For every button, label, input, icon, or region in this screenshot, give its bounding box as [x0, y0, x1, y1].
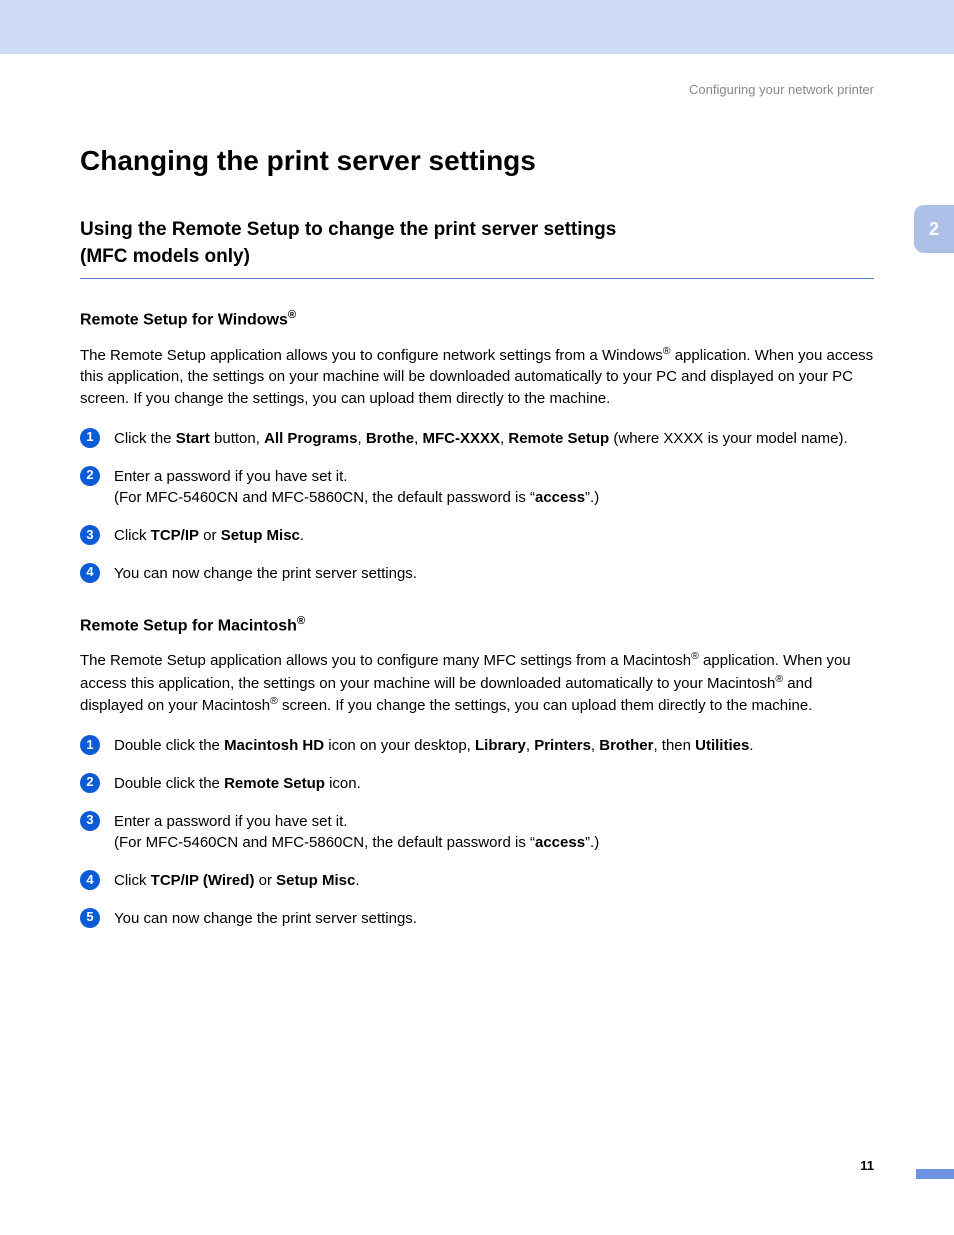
bold: Utilities: [695, 737, 749, 754]
subheading-mac: Remote Setup for Macintosh®: [80, 615, 874, 635]
step-number-icon: 5: [80, 908, 100, 928]
text: Click the: [114, 430, 176, 447]
text: Click: [114, 527, 151, 544]
step-item: 3 Enter a password if you have set it. (…: [80, 811, 874, 855]
bold: All Programs: [264, 430, 357, 447]
bold: Brothe: [366, 430, 414, 447]
step-number-icon: 3: [80, 811, 100, 831]
page-content: Changing the print server settings Using…: [0, 145, 954, 930]
text: (where XXXX is your model name).: [609, 430, 847, 447]
bold: TCP/IP (Wired): [151, 872, 255, 889]
step-item: 4 You can now change the print server se…: [80, 563, 874, 585]
windows-steps: 1 Click the Start button, All Programs, …: [80, 428, 874, 585]
text: (For MFC-5460CN and MFC-5860CN, the defa…: [114, 489, 535, 506]
text: ”.): [585, 489, 599, 506]
bold: Setup Misc: [221, 527, 300, 544]
bold: Remote Setup: [224, 775, 325, 792]
step-number-icon: 1: [80, 735, 100, 755]
step-item: 4 Click TCP/IP (Wired) or Setup Misc.: [80, 870, 874, 892]
page-number: 11: [860, 1158, 874, 1173]
text: Click: [114, 872, 151, 889]
text: Enter a password if you have set it.: [114, 813, 347, 830]
page-title: Changing the print server settings: [80, 145, 874, 177]
bold: Brother: [599, 737, 653, 754]
text: button,: [210, 430, 264, 447]
text: You can now change the print server sett…: [114, 565, 417, 582]
step-item: 2 Double click the Remote Setup icon.: [80, 773, 874, 795]
step-number-icon: 3: [80, 525, 100, 545]
mac-paragraph: The Remote Setup application allows you …: [80, 649, 874, 717]
bold: access: [535, 834, 585, 851]
bold: Remote Setup: [508, 430, 609, 447]
text: The Remote Setup application allows you …: [80, 652, 691, 669]
registered-mark: ®: [297, 615, 305, 627]
bold: Macintosh HD: [224, 737, 324, 754]
step-item: 3 Click TCP/IP or Setup Misc.: [80, 525, 874, 547]
bold: MFC-XXXX: [423, 430, 501, 447]
step-item: 1 Double click the Macintosh HD icon on …: [80, 735, 874, 757]
bold: Printers: [534, 737, 591, 754]
text: Double click the: [114, 737, 224, 754]
registered-mark: ®: [663, 345, 671, 357]
text: icon on your desktop,: [324, 737, 475, 754]
registered-mark: ®: [288, 309, 296, 321]
text: ”.): [585, 834, 599, 851]
text: ,: [357, 430, 365, 447]
text: (For MFC-5460CN and MFC-5860CN, the defa…: [114, 834, 535, 851]
subheading-mac-text: Remote Setup for Macintosh: [80, 617, 297, 634]
step-number-icon: 2: [80, 773, 100, 793]
subheading-windows-text: Remote Setup for Windows: [80, 312, 288, 329]
step-item: 1 Click the Start button, All Programs, …: [80, 428, 874, 450]
text: ,: [591, 737, 599, 754]
text: The Remote Setup application allows you …: [80, 347, 663, 364]
step-item: 5 You can now change the print server se…: [80, 908, 874, 930]
registered-mark: ®: [775, 673, 783, 685]
text: You can now change the print server sett…: [114, 910, 417, 927]
text: screen. If you change the settings, you …: [278, 697, 812, 714]
bold: access: [535, 489, 585, 506]
mac-steps: 1 Double click the Macintosh HD icon on …: [80, 735, 874, 930]
text: , then: [653, 737, 695, 754]
running-header: Configuring your network printer: [0, 82, 874, 97]
corner-accent: [916, 1169, 954, 1179]
text: or: [254, 872, 276, 889]
step-number-icon: 1: [80, 428, 100, 448]
text: icon.: [325, 775, 361, 792]
bold: TCP/IP: [151, 527, 199, 544]
text: .: [355, 872, 359, 889]
windows-paragraph: The Remote Setup application allows you …: [80, 344, 874, 410]
section-heading: Using the Remote Setup to change the pri…: [80, 217, 874, 279]
text: .: [749, 737, 753, 754]
bold: Library: [475, 737, 526, 754]
text: ,: [526, 737, 534, 754]
step-number-icon: 2: [80, 466, 100, 486]
top-band: [0, 0, 954, 54]
section-heading-line2: (MFC models only): [80, 246, 250, 267]
text: Double click the: [114, 775, 224, 792]
registered-mark: ®: [270, 695, 278, 707]
registered-mark: ®: [691, 650, 699, 662]
chapter-tab: 2: [914, 205, 954, 253]
text: or: [199, 527, 221, 544]
bold: Start: [176, 430, 210, 447]
step-number-icon: 4: [80, 870, 100, 890]
text: Enter a password if you have set it.: [114, 468, 347, 485]
section-heading-line1: Using the Remote Setup to change the pri…: [80, 219, 616, 240]
subheading-windows: Remote Setup for Windows®: [80, 309, 874, 329]
text: .: [300, 527, 304, 544]
step-item: 2 Enter a password if you have set it. (…: [80, 466, 874, 510]
bold: Setup Misc: [276, 872, 355, 889]
text: ,: [414, 430, 422, 447]
step-number-icon: 4: [80, 563, 100, 583]
